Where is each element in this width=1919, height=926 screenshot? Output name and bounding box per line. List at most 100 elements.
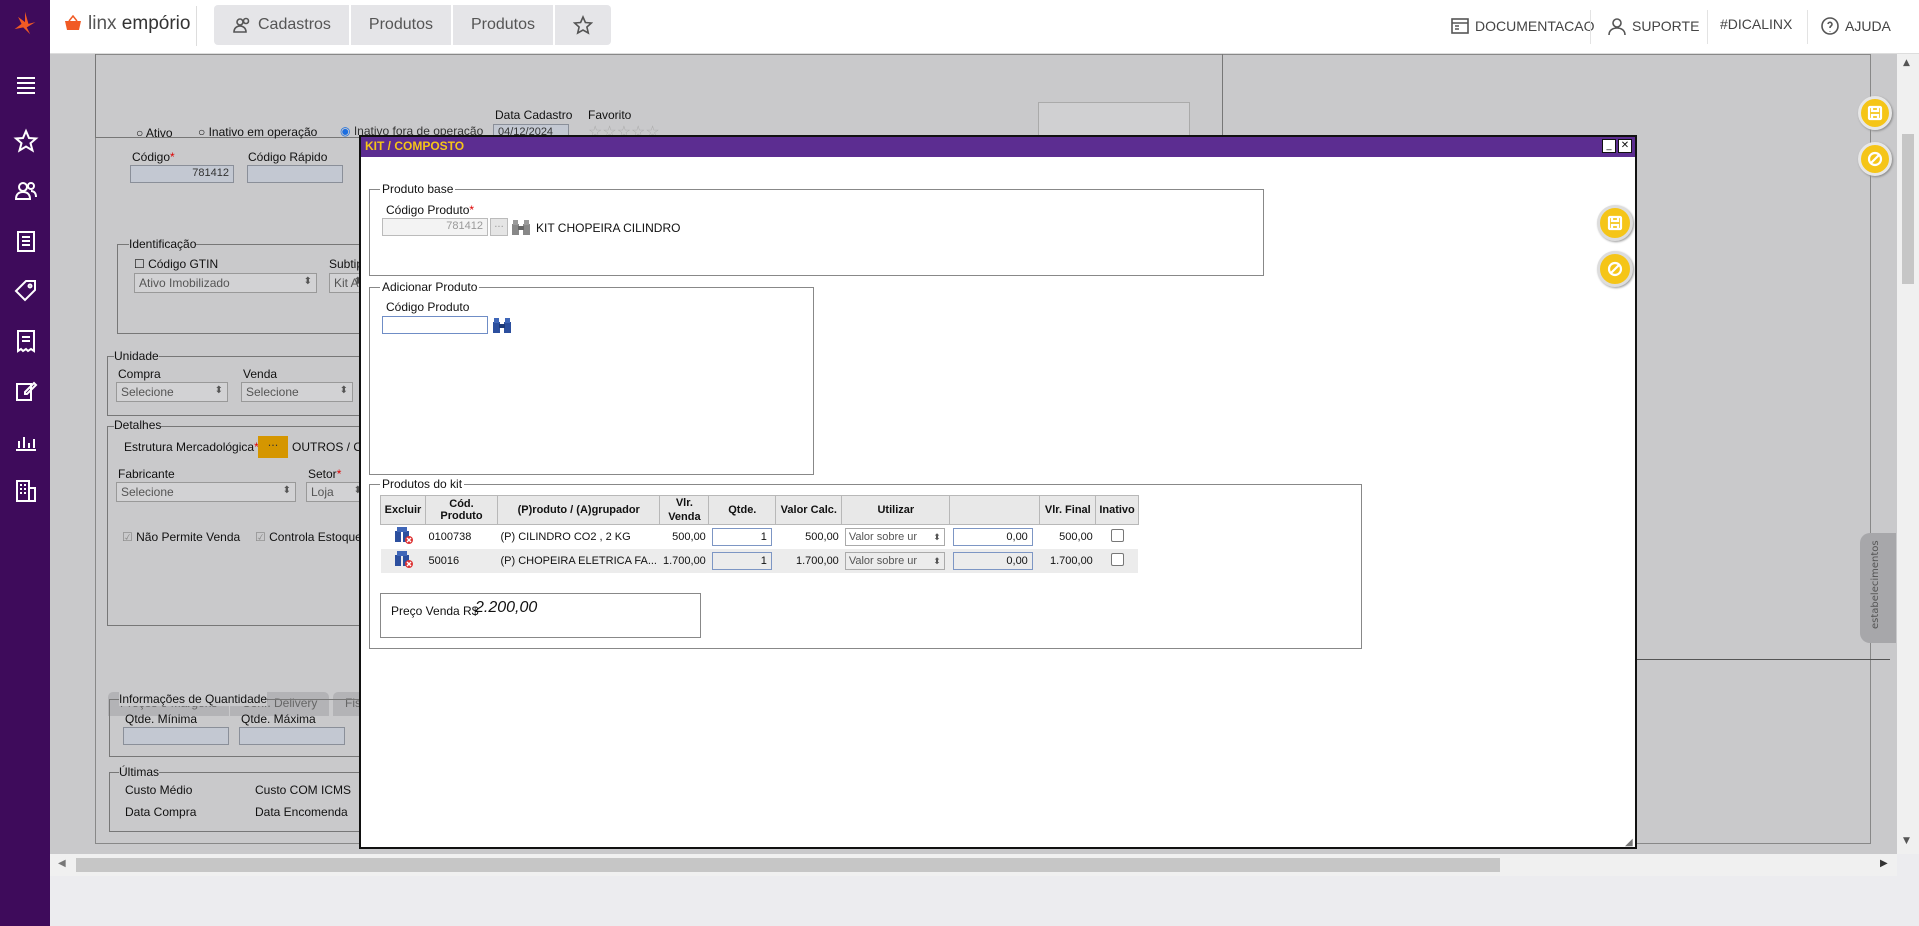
qtde-minima-label: Qtde. Mínima xyxy=(125,712,198,726)
column-header[interactable]: Vlr. Venda xyxy=(659,495,710,525)
breadcrumb-label: Cadastros xyxy=(258,16,331,33)
column-header[interactable]: Inativo xyxy=(1095,495,1139,525)
scroll-left-icon[interactable]: ◀ xyxy=(58,858,66,869)
add-codigo-produto-label: Código Produto xyxy=(386,300,470,314)
tag-icon[interactable] xyxy=(13,278,39,304)
estrutura-label: Estrutura Mercadológica* xyxy=(124,440,259,454)
scroll-thumb[interactable] xyxy=(1902,134,1914,284)
cell-valor-calc: 1.700,00 xyxy=(775,548,842,573)
ajuda-label: AJUDA xyxy=(1845,18,1891,34)
delete-row-button[interactable] xyxy=(381,525,426,549)
breadcrumb-cadastros[interactable]: Cadastros xyxy=(214,5,351,45)
vertical-scrollbar[interactable]: ▲ ▼ xyxy=(1897,54,1919,854)
favorite-star-button[interactable] xyxy=(555,5,611,45)
valor-input[interactable]: 0,00 xyxy=(952,551,1033,570)
utilizar-select[interactable]: Valor sobre ur xyxy=(844,551,945,570)
column-header[interactable]: (P)roduto / (A)grupador xyxy=(496,495,661,525)
column-header[interactable] xyxy=(949,495,1041,525)
inativo-checkbox[interactable] xyxy=(1110,552,1124,566)
qtde-minima-field[interactable] xyxy=(123,727,229,745)
tipo-select[interactable]: Ativo Imobilizado xyxy=(134,273,317,293)
ultimas-section xyxy=(109,772,367,832)
basket-icon xyxy=(64,14,82,31)
chart-icon[interactable] xyxy=(13,428,39,454)
building-icon[interactable] xyxy=(13,478,39,504)
venda-select[interactable]: Selecione xyxy=(241,382,353,402)
suporte-link[interactable]: SUPORTE xyxy=(1607,16,1699,36)
qtde-input[interactable]: 1 xyxy=(711,551,772,570)
table-header-row: Excluir Cód. Produto (P)roduto / (A)grup… xyxy=(380,495,1139,525)
produto-base-legend: Produto base xyxy=(380,182,456,196)
brand-logo[interactable]: linx empório xyxy=(64,13,190,35)
scroll-down-icon[interactable]: ▼ xyxy=(1903,836,1910,846)
delete-row-button[interactable] xyxy=(380,548,426,573)
users-icon[interactable] xyxy=(13,178,39,204)
menu-icon[interactable] xyxy=(13,72,39,98)
status-inativo-operacao[interactable]: ○ Inativo em operação xyxy=(198,125,317,139)
cell-produto: (P) CHOPEIRA ELETRICA FA... xyxy=(497,548,660,573)
status-ativo[interactable]: ○ Ativo xyxy=(136,126,173,140)
ajuda-link[interactable]: AJUDA xyxy=(1820,16,1891,36)
dialog-cancel-button[interactable] xyxy=(1597,251,1633,287)
column-header[interactable]: Excluir xyxy=(380,495,426,525)
dialog-save-button[interactable] xyxy=(1597,205,1633,241)
scroll-right-icon[interactable]: ▶ xyxy=(1880,858,1888,869)
fabricante-select[interactable]: Selecione xyxy=(116,482,296,502)
receipt-icon[interactable] xyxy=(13,328,39,354)
users-icon xyxy=(233,17,250,33)
search-binoculars-icon[interactable] xyxy=(491,315,513,335)
detalhes-section xyxy=(107,426,367,626)
close-button[interactable]: ✕ xyxy=(1618,139,1632,153)
resize-grip-icon[interactable]: ◢ xyxy=(1625,837,1633,848)
column-header[interactable]: Cód. Produto xyxy=(425,495,498,525)
fabricante-label: Fabricante xyxy=(118,467,175,481)
controla-estoque-checkbox[interactable]: ☑ Controla Estoque xyxy=(255,530,362,544)
venda-label: Venda xyxy=(243,367,278,381)
breadcrumb-label: Produtos xyxy=(368,16,433,33)
codigo-rapido-field[interactable] xyxy=(247,165,343,183)
star-icon[interactable] xyxy=(13,128,39,154)
edit-icon[interactable] xyxy=(13,378,39,404)
column-header[interactable]: Utilizar xyxy=(841,495,951,525)
setor-label: Setor* xyxy=(308,467,342,481)
cancel-button[interactable] xyxy=(1858,142,1892,176)
codigo-gtin-label[interactable]: ☐ Código GTIN xyxy=(134,257,218,271)
dicalinx-link[interactable]: #DICALINX xyxy=(1720,16,1792,32)
save-button[interactable] xyxy=(1858,96,1892,130)
info-quantidade-legend: Informações de Quantidade xyxy=(119,692,268,706)
clipboard-icon[interactable] xyxy=(13,228,39,254)
codigo-produto-field[interactable]: 781412 xyxy=(382,218,488,236)
documentacao-link[interactable]: DOCUMENTACAO xyxy=(1450,16,1595,36)
utilizar-select[interactable]: Valor sobre ur xyxy=(844,527,945,546)
add-codigo-produto-input[interactable] xyxy=(382,316,488,334)
compra-select[interactable]: Selecione xyxy=(116,382,228,402)
horizontal-scrollbar[interactable]: ◀ ▶ xyxy=(50,854,1897,876)
setor-select[interactable]: Loja xyxy=(306,482,367,502)
divider xyxy=(1707,10,1708,44)
data-cadastro-label: Data Cadastro xyxy=(495,108,573,122)
preco-venda-label: Preço Venda R$ xyxy=(391,604,479,618)
subtipo-label: Subtip xyxy=(329,257,364,271)
search-binoculars-icon[interactable] xyxy=(510,217,532,237)
cell-codigo: 50016 xyxy=(425,548,498,573)
minimize-button[interactable]: _ xyxy=(1602,139,1616,153)
valor-input[interactable]: 0,00 xyxy=(952,527,1033,546)
estabelecimentos-side-tab[interactable]: estabelecimentos xyxy=(1860,533,1896,643)
breadcrumb-produtos-2[interactable]: Produtos xyxy=(453,5,556,45)
scroll-thumb[interactable] xyxy=(76,858,1500,872)
qtde-maxima-field[interactable] xyxy=(239,727,345,745)
cell-vlr-venda: 1.700,00 xyxy=(659,548,709,573)
custo-icms-label: Custo COM ICMS xyxy=(255,783,352,797)
inativo-checkbox[interactable] xyxy=(1110,528,1124,542)
linx-logo-icon[interactable] xyxy=(12,10,40,40)
browse-button[interactable]: ... xyxy=(490,218,508,236)
nao-permite-venda-checkbox[interactable]: ☑ Não Permite Venda xyxy=(122,530,240,544)
scroll-up-icon[interactable]: ▲ xyxy=(1903,58,1910,68)
column-header[interactable]: Qtde. xyxy=(708,495,777,525)
estrutura-browse-button[interactable]: ... xyxy=(258,436,288,458)
column-header[interactable]: Valor Calc. xyxy=(775,495,843,525)
breadcrumb-produtos-1[interactable]: Produtos xyxy=(351,5,453,45)
codigo-field[interactable]: 781412 xyxy=(130,165,234,183)
qtde-input[interactable]: 1 xyxy=(711,527,772,546)
column-header[interactable]: Vlr. Final xyxy=(1039,495,1097,525)
